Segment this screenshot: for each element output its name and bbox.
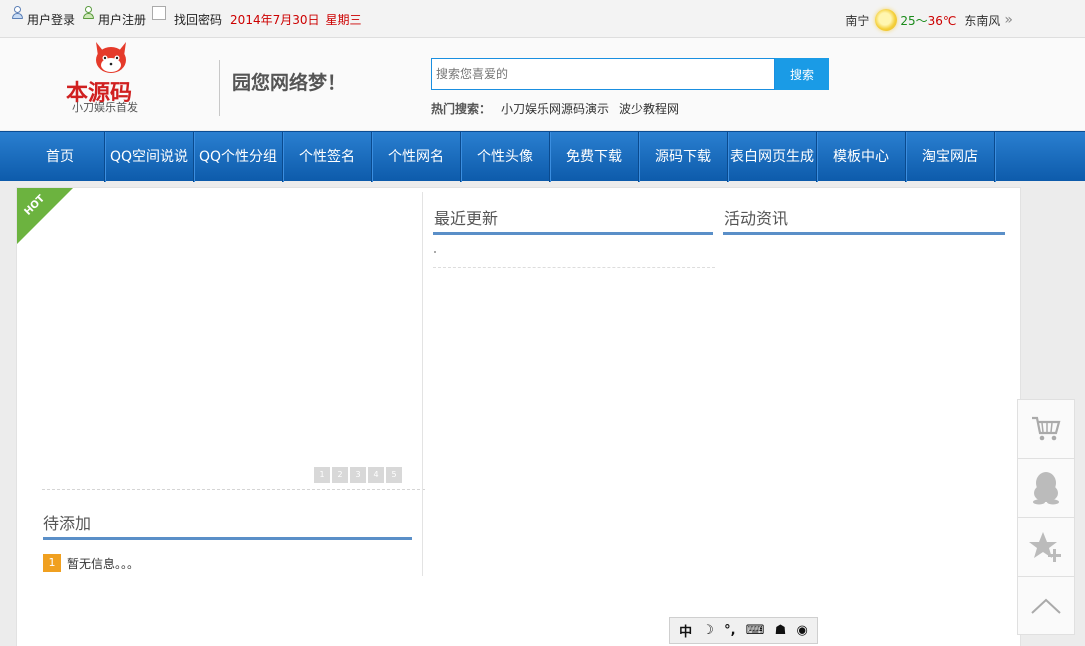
login-link[interactable]: 用户登录 <box>10 6 76 28</box>
date-text: 2014年7月30日 <box>230 12 320 27</box>
top-bar: 用户登录 用户注册 找回密码 2014年7月30日 星期三 南宁 25～36℃ 东… <box>0 0 1085 38</box>
back-to-top-icon <box>1031 598 1061 614</box>
ime-toolbar: 中 ☽ °, ⌨ ☗ ◉ <box>669 617 818 644</box>
nav-item-source-download[interactable]: 源码下载 <box>639 132 728 182</box>
register-label: 用户注册 <box>98 12 147 27</box>
favorite-add-icon <box>1029 532 1061 562</box>
site-slogan: 园您网络梦！ <box>232 72 347 94</box>
recover-icon <box>152 6 167 20</box>
nav-item-qq-groups[interactable]: QQ个性分组 <box>194 132 283 182</box>
ime-chinese-toggle[interactable]: 中 <box>679 621 692 640</box>
slider-page-button[interactable]: 3 <box>350 467 366 483</box>
site-logo[interactable]: 本源码 小刀娱乐首发 <box>66 40 156 114</box>
slider-pager: 1 2 3 4 5 <box>314 467 404 483</box>
double-chevron-right-icon[interactable]: » <box>1004 12 1013 28</box>
sun-icon <box>875 9 898 31</box>
hot-search-link[interactable]: 小刀娱乐网源码演示 <box>501 100 609 117</box>
column-divider <box>422 192 423 576</box>
float-toolbar <box>1017 399 1075 635</box>
site-header: 本源码 小刀娱乐首发 园您网络梦！ 搜索 热门搜索： 小刀娱乐网源码演示 波少教… <box>0 38 1085 130</box>
fox-mascot-icon <box>96 42 126 73</box>
temp-sep: ～ <box>915 13 928 28</box>
ime-punctuation-toggle[interactable]: °, <box>724 623 735 638</box>
nav-item-love-page[interactable]: 表白网页生成 <box>728 132 817 182</box>
back-to-top-button[interactable] <box>1017 576 1075 635</box>
slider-page-button[interactable]: 5 <box>386 467 402 483</box>
recent-section-title: 最近更新 <box>434 209 499 228</box>
recent-list-divider <box>433 267 715 268</box>
weather-wind: 东南风 <box>964 13 1001 28</box>
recover-password-link[interactable]: 找回密码 <box>174 11 222 28</box>
qq-button[interactable] <box>1017 458 1075 517</box>
top-bar-left: 用户登录 用户注册 找回密码 2014年7月30日 星期三 <box>10 4 368 34</box>
list-item[interactable]: 1 暂无信息。。。 <box>43 554 139 572</box>
search-input[interactable] <box>431 58 775 90</box>
weather-widget[interactable]: 南宁 25～36℃ 东南风 » <box>845 6 1013 34</box>
weather-city: 南宁 <box>845 13 870 28</box>
pending-section-title: 待添加 <box>43 514 92 533</box>
main-nav: 首页 QQ空间说说 QQ个性分组 个性签名 个性网名 个性头像 免费下载 源码下… <box>0 131 1085 182</box>
nav-item-signature[interactable]: 个性签名 <box>283 132 372 182</box>
ime-skin-icon[interactable]: ☗ <box>775 623 787 638</box>
nav-item-nickname[interactable]: 个性网名 <box>372 132 461 182</box>
list-item-text: 暂无信息。。。 <box>67 556 140 571</box>
nav-item-free-download[interactable]: 免费下载 <box>550 132 639 182</box>
pending-title-line <box>43 537 412 540</box>
nav-item-templates[interactable]: 模板中心 <box>817 132 906 182</box>
ime-keyboard-icon[interactable]: ⌨ <box>746 623 765 638</box>
weekday-text: 星期三 <box>325 12 362 27</box>
slider-page-button[interactable]: 2 <box>332 467 348 483</box>
ime-settings-icon[interactable]: ◉ <box>796 623 807 638</box>
hot-badge: HOT <box>17 188 73 244</box>
temp-high: 36℃ <box>927 13 957 28</box>
slider-divider <box>42 489 425 490</box>
hot-ribbon <box>17 188 73 244</box>
ime-halfwidth-toggle[interactable]: ☽ <box>702 623 714 638</box>
logo-subtitle: 小刀娱乐首发 <box>72 101 138 114</box>
hot-search: 热门搜索： 小刀娱乐网源码演示 波少教程网 <box>431 100 689 117</box>
nav-item-taobao-shop[interactable]: 淘宝网店 <box>906 132 995 182</box>
list-item-number: 1 <box>43 554 61 572</box>
qq-penguin-icon <box>1033 472 1059 505</box>
nav-item-home[interactable]: 首页 <box>16 132 105 182</box>
favorite-button[interactable] <box>1017 517 1075 576</box>
login-label: 用户登录 <box>27 12 76 27</box>
header-divider <box>219 60 220 116</box>
user-icon <box>10 5 25 23</box>
nav-item-qzone-posts[interactable]: QQ空间说说 <box>105 132 194 182</box>
list-bullet <box>434 251 436 253</box>
hot-search-link[interactable]: 波少教程网 <box>619 100 679 117</box>
user-add-icon <box>81 5 96 23</box>
weather-temp: 25～36℃ <box>900 12 956 29</box>
slider-page-button[interactable]: 4 <box>368 467 384 483</box>
hot-search-label: 热门搜索： <box>431 102 492 116</box>
recent-title-line <box>433 232 713 235</box>
cart-icon <box>1032 416 1061 441</box>
date-display: 2014年7月30日 星期三 <box>230 11 367 28</box>
search-button[interactable]: 搜索 <box>775 58 829 90</box>
slider-page-button[interactable]: 1 <box>314 467 330 483</box>
nav-item-avatar[interactable]: 个性头像 <box>461 132 550 182</box>
recover-label: 找回密码 <box>174 12 223 27</box>
cart-button[interactable] <box>1017 399 1075 458</box>
main-content: HOT 1 2 3 4 5 待添加 1 暂无信息。。。 最近更新 活动资讯 <box>16 187 1021 646</box>
register-link[interactable]: 用户注册 <box>81 6 147 28</box>
activity-title-line <box>723 232 1005 235</box>
temp-low: 25 <box>900 13 916 28</box>
activity-section-title: 活动资讯 <box>724 209 789 228</box>
